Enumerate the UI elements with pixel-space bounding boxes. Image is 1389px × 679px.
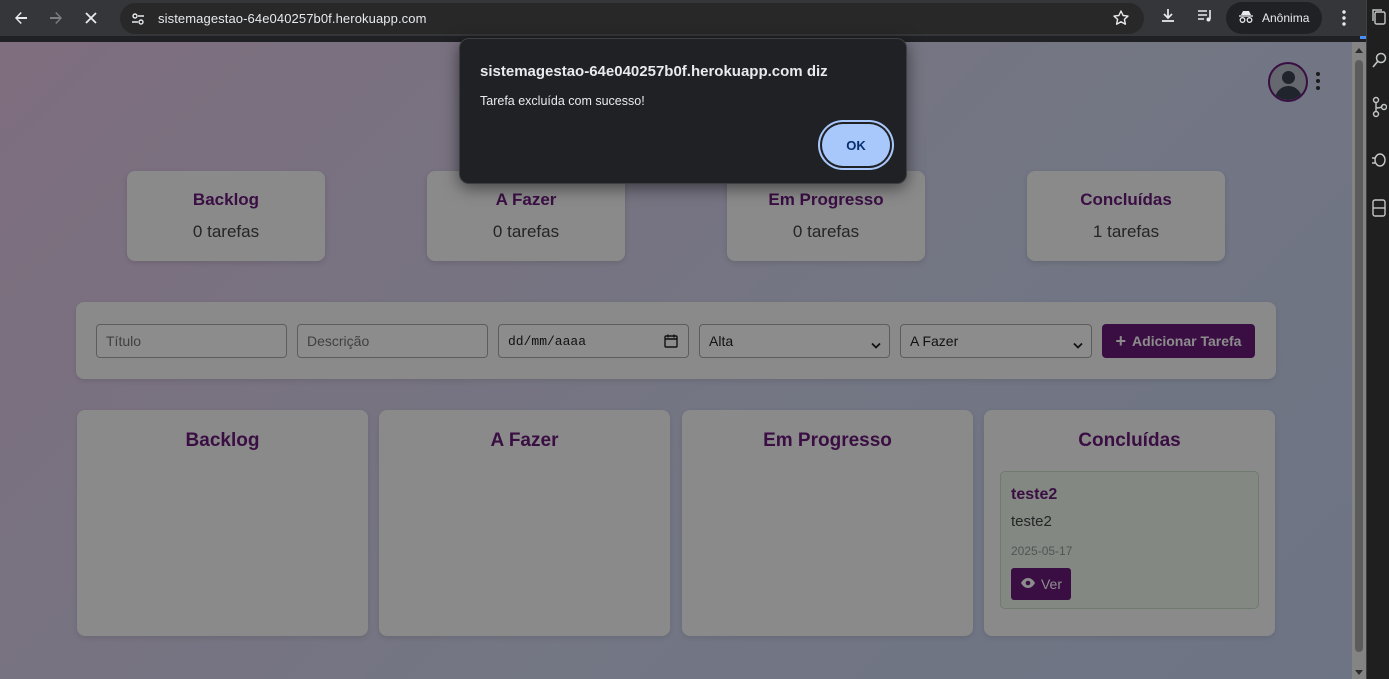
ok-button[interactable]: OK (822, 124, 890, 166)
dialog-message: Tarefa excluída com sucesso! (480, 94, 645, 108)
browser-toolbar: sistemagestao-64e040257b0f.herokuapp.com… (0, 0, 1366, 36)
media-icon[interactable] (1195, 6, 1215, 31)
url-text[interactable]: sistemagestao-64e040257b0f.herokuapp.com (158, 11, 427, 26)
search-icon[interactable] (1371, 52, 1387, 75)
profile-chip[interactable]: Anônima (1226, 2, 1322, 34)
extensions-icon[interactable] (1371, 198, 1387, 223)
copy-icon[interactable] (1371, 8, 1387, 31)
browser-menu-icon[interactable] (1336, 8, 1352, 33)
star-icon[interactable] (1112, 9, 1130, 32)
download-icon[interactable] (1158, 6, 1178, 31)
address-bar[interactable]: sistemagestao-64e040257b0f.herokuapp.com (120, 3, 1144, 34)
back-icon[interactable] (7, 4, 35, 32)
alert-dialog: sistemagestao-64e040257b0f.herokuapp.com… (459, 38, 907, 184)
forward-icon[interactable] (42, 4, 70, 32)
debug-icon[interactable] (1371, 148, 1387, 173)
site-info-icon[interactable] (126, 7, 150, 31)
source-control-icon[interactable] (1371, 96, 1388, 123)
incognito-icon (1238, 10, 1254, 27)
dialog-title: sistemagestao-64e040257b0f.herokuapp.com… (480, 63, 828, 80)
side-panel (1366, 0, 1389, 679)
stop-icon[interactable] (77, 4, 105, 32)
profile-label: Anônima (1262, 11, 1310, 25)
